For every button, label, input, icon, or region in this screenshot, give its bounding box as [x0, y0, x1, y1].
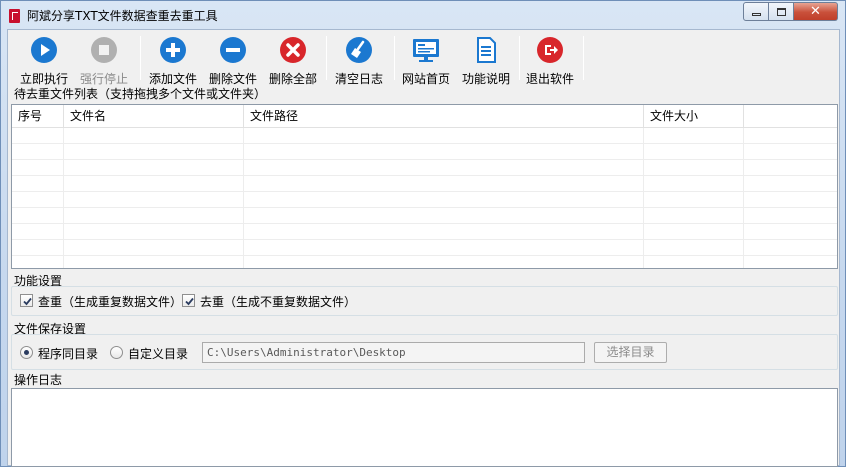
checkmark-icon: [23, 297, 32, 306]
toolbar: 立即执行 强行停止 添加文件 删除文件 删除全部 清空日志 网站首页 功能说明 …: [8, 30, 839, 86]
features-group: 查重（生成重复数据文件） 去重（生成不重复数据文件）: [11, 286, 838, 316]
maximize-button[interactable]: [769, 2, 794, 21]
column-filename[interactable]: 文件名: [64, 105, 244, 128]
exit-button[interactable]: 退出软件: [520, 32, 580, 86]
delete-all-icon: [279, 36, 307, 64]
remove-file-button[interactable]: 删除文件: [203, 32, 263, 86]
clear-log-button[interactable]: 清空日志: [329, 32, 389, 86]
save-settings-group: 程序同目录 自定义目录 C:\Users\Administrator\Deskt…: [11, 334, 838, 370]
log-label: 操作日志: [14, 373, 63, 387]
toolbar-separator: [583, 36, 584, 80]
window-title: 阿斌分享TXT文件数据查重去重工具: [27, 9, 218, 23]
check-dup-checkbox[interactable]: [20, 294, 33, 307]
column-index[interactable]: 序号: [12, 105, 64, 128]
clear-log-label: 清空日志: [334, 72, 383, 86]
minimize-button[interactable]: [743, 2, 769, 21]
help-button[interactable]: 功能说明: [456, 32, 516, 86]
toolbar-separator: [140, 36, 141, 80]
file-list-table[interactable]: 序号 文件名 文件路径 文件大小: [11, 104, 838, 269]
save-path-input[interactable]: C:\Users\Administrator\Desktop: [202, 342, 585, 363]
app-icon: [9, 9, 20, 23]
plus-icon: [159, 36, 187, 64]
minus-icon: [219, 36, 247, 64]
file-list-body: [12, 128, 837, 268]
app-window: 阿斌分享TXT文件数据查重去重工具 ✕ 立即执行 强行停止 添加文件 删除文件 …: [0, 0, 846, 467]
column-filesize[interactable]: 文件大小: [644, 105, 744, 128]
custom-dir-radio[interactable]: [110, 346, 123, 359]
file-list-label: 待去重文件列表（支持拖拽多个文件或文件夹）: [14, 87, 267, 101]
remove-all-button[interactable]: 删除全部: [263, 32, 323, 86]
same-dir-label: 程序同目录: [38, 347, 99, 361]
run-button[interactable]: 立即执行: [14, 32, 74, 86]
column-divider: [63, 128, 64, 268]
title-bar: 阿斌分享TXT文件数据查重去重工具 ✕: [1, 1, 845, 29]
document-icon: [472, 36, 500, 64]
maximize-icon: [776, 7, 786, 16]
exit-icon: [536, 36, 564, 64]
add-file-button[interactable]: 添加文件: [143, 32, 203, 86]
column-divider: [743, 128, 744, 268]
custom-dir-label: 自定义目录: [128, 347, 189, 361]
play-icon: [30, 36, 58, 64]
file-list-header: 序号 文件名 文件路径 文件大小: [12, 105, 837, 128]
dedup-label: 去重（生成不重复数据文件）: [200, 295, 357, 309]
website-button[interactable]: 网站首页: [396, 32, 456, 86]
window-controls: ✕: [743, 2, 838, 21]
minimize-icon: [751, 13, 761, 16]
log-textarea[interactable]: [11, 388, 838, 467]
column-divider: [643, 128, 644, 268]
check-dup-label: 查重（生成重复数据文件）: [38, 295, 183, 309]
toolbar-separator: [326, 36, 327, 80]
column-divider: [243, 128, 244, 268]
broom-icon: [345, 36, 373, 64]
toolbar-separator: [394, 36, 395, 80]
close-button[interactable]: ✕: [794, 2, 838, 21]
checkmark-icon: [185, 297, 194, 306]
monitor-icon: [412, 36, 440, 64]
stop-icon: [90, 36, 118, 64]
website-label: 网站首页: [401, 72, 450, 86]
same-dir-radio[interactable]: [20, 346, 33, 359]
help-label: 功能说明: [461, 72, 510, 86]
remove-all-label: 删除全部: [268, 72, 317, 86]
column-filepath[interactable]: 文件路径: [244, 105, 644, 128]
stop-button[interactable]: 强行停止: [74, 32, 134, 86]
client-area: 立即执行 强行停止 添加文件 删除文件 删除全部 清空日志 网站首页 功能说明 …: [7, 29, 840, 467]
choose-directory-button[interactable]: 选择目录: [594, 342, 667, 363]
close-icon: ✕: [810, 4, 821, 19]
exit-label: 退出软件: [525, 72, 574, 86]
dedup-checkbox[interactable]: [182, 294, 195, 307]
